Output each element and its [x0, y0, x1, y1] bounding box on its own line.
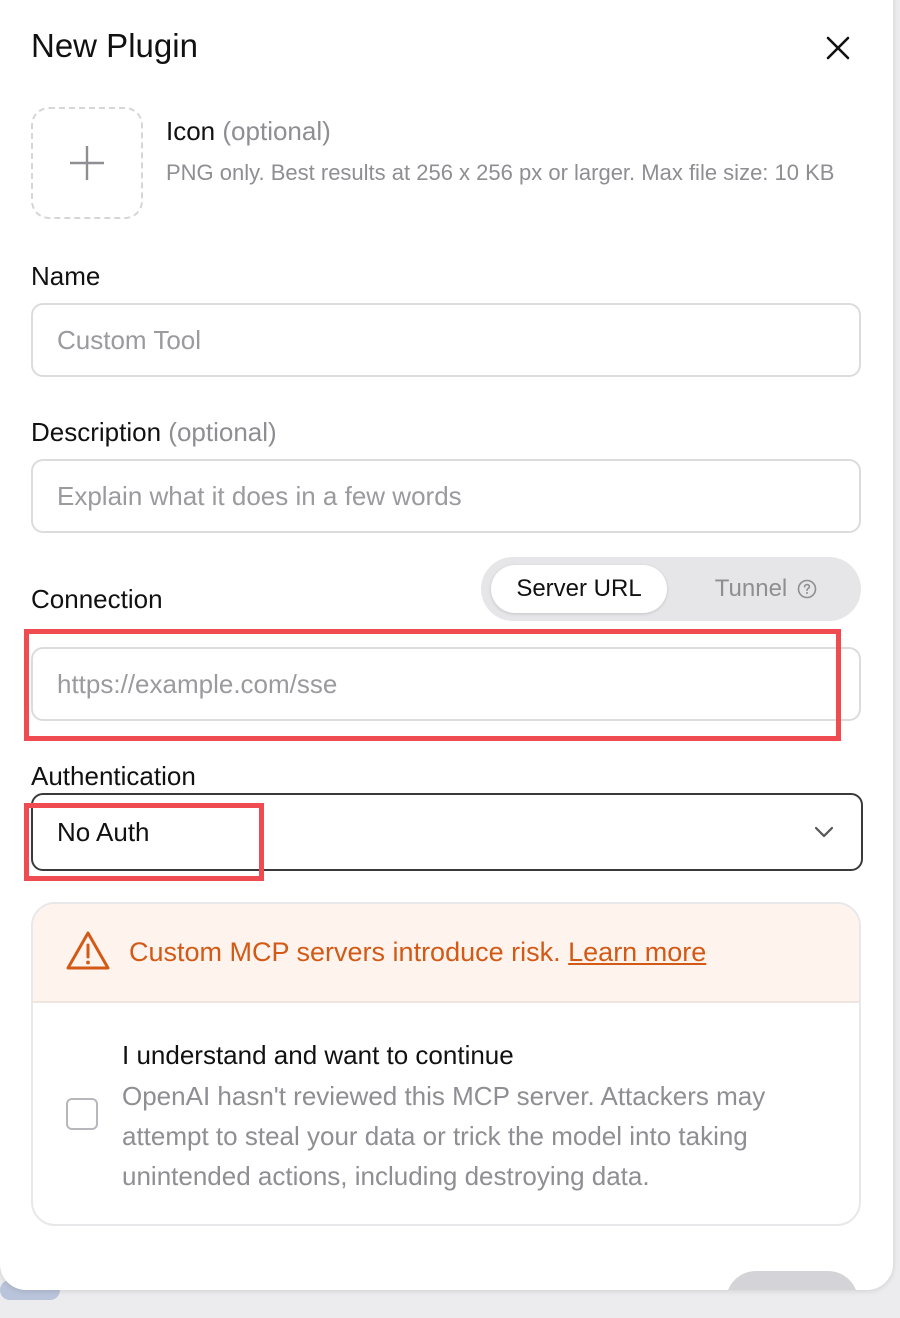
warning-triangle-icon: [66, 931, 110, 970]
description-optional-hint: (optional): [168, 417, 277, 447]
risk-warning-banner: Custom MCP servers introduce risk. Learn…: [33, 904, 859, 1003]
plus-icon: [70, 146, 104, 180]
connection-label: Connection: [31, 584, 163, 614]
description-label-text: Description: [31, 417, 162, 447]
new-plugin-dialog: New Plugin Icon (optional) PNG only. Bes…: [0, 0, 893, 1290]
risk-warning-card: Custom MCP servers introduce risk. Learn…: [31, 902, 861, 1226]
acknowledge-checkbox[interactable]: [66, 1098, 98, 1130]
description-label: Description (optional): [31, 416, 277, 448]
name-input[interactable]: [31, 303, 861, 377]
acknowledge-description: OpenAI hasn't reviewed this MCP server. …: [122, 1081, 766, 1191]
acknowledge-title: I understand and want to continue: [122, 1040, 514, 1070]
authentication-selected-value: No Auth: [57, 817, 150, 847]
icon-upload-dropzone[interactable]: [31, 107, 143, 219]
risk-warning-message: Custom MCP servers introduce risk. Learn…: [129, 935, 706, 969]
connection-mode-toggle: Server URL Tunnel: [481, 557, 861, 621]
name-label: Name: [31, 261, 101, 291]
icon-label-text: Icon: [166, 116, 216, 146]
icon-label: Icon (optional): [166, 115, 331, 147]
tunnel-tab[interactable]: Tunnel: [681, 565, 851, 613]
help-circle-icon[interactable]: [797, 579, 817, 599]
tunnel-tab-label: Tunnel: [714, 575, 788, 602]
close-icon: [826, 36, 850, 60]
learn-more-link[interactable]: Learn more: [568, 937, 706, 967]
authentication-select[interactable]: No Auth: [31, 793, 863, 871]
close-button[interactable]: [818, 28, 858, 68]
authentication-label: Authentication: [31, 761, 196, 791]
description-input[interactable]: [31, 459, 861, 533]
icon-help-text: PNG only. Best results at 256 x 256 px o…: [166, 160, 835, 185]
create-button[interactable]: [726, 1271, 858, 1290]
server-url-input[interactable]: [31, 647, 861, 721]
icon-optional-hint: (optional): [222, 116, 331, 146]
dialog-title: New Plugin: [31, 27, 198, 64]
risk-warning-text: Custom MCP servers introduce risk.: [129, 937, 561, 967]
chevron-down-icon: [814, 826, 834, 838]
server-url-tab[interactable]: Server URL: [491, 565, 667, 613]
